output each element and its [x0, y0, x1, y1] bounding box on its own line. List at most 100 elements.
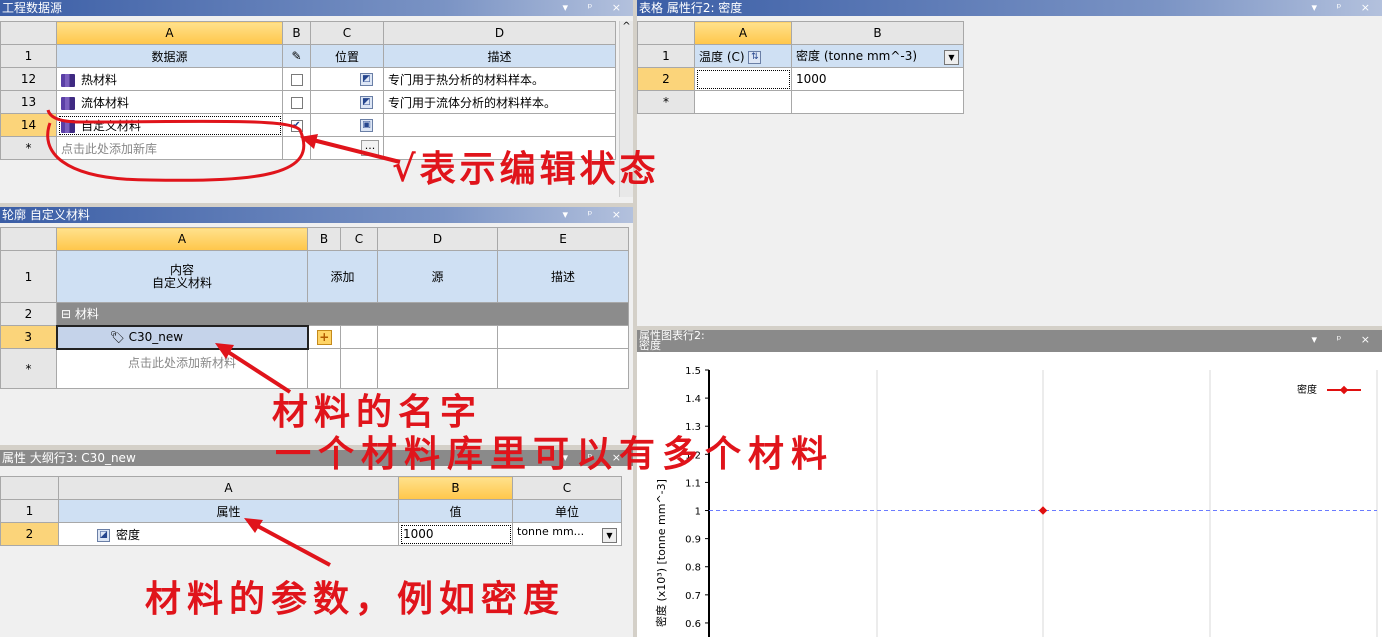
chart-panel: 属性图表行2: 密度 ▾ ᵖ × 1.5 1.4 1.3 1.2 1.1 1 0.9 0.8 0… — [637, 330, 1382, 637]
property-data-table: A B 1 温度 (C) ⇅ 密度 (tonne mm^-3) ▼ 2 1000 … — [637, 21, 964, 114]
data-sources-titlebar: 工程数据源 ▾ ᵖ × — [0, 0, 633, 16]
window-controls-icon[interactable]: ▾ ᵖ × — [1312, 334, 1378, 345]
collapse-icon[interactable]: ⊟ — [61, 307, 75, 321]
window-controls-icon[interactable]: ▾ ᵖ × — [563, 0, 629, 16]
library-description: 专门用于热分析的材料样本。 — [383, 67, 616, 91]
col-header-d[interactable]: D — [377, 227, 498, 251]
header-data-source: 数据源 — [56, 44, 283, 68]
col-header-a[interactable]: A — [58, 476, 399, 500]
col-header-d[interactable]: D — [383, 21, 616, 45]
material-tag-icon: 🏷 — [109, 330, 125, 344]
window-controls-icon[interactable]: ▾ ᵖ × — [563, 207, 629, 223]
location-cell[interactable]: ▣ — [310, 113, 384, 137]
chart-title-line2: 密度 — [639, 339, 661, 352]
row-number: 2 — [0, 302, 57, 326]
row-number: 1 — [0, 499, 59, 523]
material-row[interactable]: 3 🏷 C30_new + — [0, 324, 629, 350]
col-header-b[interactable]: B — [307, 227, 341, 251]
browse-icon[interactable]: ◩ — [360, 73, 373, 86]
checked-checkbox-icon[interactable]: ✔ — [290, 119, 303, 132]
add-library-label[interactable]: 点击此处添加新库 — [56, 136, 283, 160]
table-row[interactable]: 13 流体材料 ◩ 专门用于流体分析的材料样本。 — [0, 90, 616, 114]
header-contents-line1: 内容 — [169, 262, 194, 277]
header-temperature: 温度 (C) ⇅ — [694, 44, 792, 68]
header-density-label: 密度 (tonne mm^-3) — [796, 49, 918, 63]
row-number: 2 — [637, 67, 695, 91]
col-header-e[interactable]: E — [497, 227, 629, 251]
annotation-material-param: 材料的参数，例如密度 — [145, 578, 566, 620]
col-header-b[interactable]: B — [282, 21, 311, 45]
row-number: 1 — [0, 250, 57, 303]
save-icon[interactable]: ▣ — [360, 119, 373, 132]
chart-titlebar: 属性图表行2: 密度 ▾ ᵖ × — [637, 330, 1382, 352]
row-number: * — [637, 90, 695, 114]
chart-title-line1: 属性图表行2: — [639, 330, 705, 342]
edit-checkbox[interactable]: ✔ — [282, 113, 311, 137]
property-chart-icon: ◪ — [97, 528, 110, 542]
checkbox-icon[interactable] — [290, 73, 303, 86]
col-header-c[interactable]: C — [310, 21, 384, 45]
col-header-a[interactable]: A — [694, 21, 792, 45]
property-name: 密度 — [116, 527, 141, 542]
location-cell[interactable]: ◩ — [310, 90, 384, 114]
annotation-edit-state: √表示编辑状态 — [392, 148, 660, 190]
add-table-row[interactable]: * — [637, 90, 964, 114]
y-axis-label: 密度 (x10³) [tonne mm^-3] — [654, 479, 668, 627]
property-row[interactable]: 2 ◪ 密度 1000 tonne mm... ▼ — [0, 522, 622, 546]
dropdown-arrow-icon[interactable]: ▼ — [944, 50, 959, 65]
add-material-cell[interactable]: + — [307, 325, 341, 349]
col-header-b[interactable]: B — [398, 476, 513, 500]
add-material-label[interactable]: 点击此处添加新材料 — [56, 348, 308, 389]
checkbox-icon[interactable] — [290, 96, 303, 109]
material-name-cell[interactable]: 🏷 C30_new — [55, 324, 309, 350]
header-contents-line2: 自定义材料 — [151, 275, 212, 290]
density-chart: 1.51.41.31.21.110.90.80.70.6密度 (x10³) [t… — [654, 366, 1378, 637]
unit-select[interactable]: tonne mm... ▼ — [512, 522, 622, 546]
col-header-c[interactable]: C — [340, 227, 378, 251]
scroll-up-icon[interactable]: ^ — [620, 21, 633, 32]
row-number: 12 — [0, 67, 57, 91]
dropdown-arrow-icon[interactable]: ▼ — [602, 528, 617, 543]
library-name-cell[interactable]: 自定义材料 — [56, 113, 283, 137]
material-group[interactable]: ⊟ 材料 — [56, 302, 629, 326]
library-name: 流体材料 — [81, 95, 130, 110]
density-cell[interactable]: 1000 — [791, 67, 964, 91]
data-sources-title: 工程数据源 — [2, 1, 63, 15]
outline-table: A B C D E 1 内容 自定义材料 添加 源 描述 2 ⊟ 材料 3 🏷 — [0, 227, 629, 389]
property-value-field[interactable]: 1000 — [398, 522, 513, 546]
col-header-a[interactable]: A — [56, 21, 283, 45]
browse-cell[interactable]: ... — [310, 136, 384, 160]
table-row[interactable]: 2 1000 — [637, 67, 964, 91]
row-number: 14 — [0, 113, 57, 137]
library-name-cell[interactable]: 热材料 — [56, 67, 283, 91]
edit-checkbox[interactable] — [282, 67, 311, 91]
material-name: C30_new — [128, 330, 184, 344]
col-header-a[interactable]: A — [56, 227, 308, 251]
row-number: 2 — [0, 522, 59, 546]
table-row[interactable]: 14 自定义材料 ✔ ▣ — [0, 113, 616, 137]
sort-icon[interactable]: ⇅ — [748, 50, 762, 64]
outline-titlebar: 轮廓 自定义材料 ▾ ᵖ × — [0, 207, 633, 223]
window-controls-icon[interactable]: ▾ ᵖ × — [1312, 0, 1378, 16]
properties-table: A B C 1 属性 值 单位 2 ◪ 密度 1000 tonne mm... ▼ — [0, 476, 622, 546]
browse-icon[interactable]: ◩ — [360, 96, 373, 109]
row-number: * — [0, 136, 57, 160]
library-name-cell[interactable]: 流体材料 — [56, 90, 283, 114]
row-number: * — [0, 348, 57, 389]
edit-checkbox[interactable] — [282, 90, 311, 114]
col-header-c[interactable]: C — [512, 476, 622, 500]
table-panel: 表格 属性行2: 密度 ▾ ᵖ × A B 1 温度 (C) ⇅ 密度 (ton… — [637, 0, 1382, 326]
table-row[interactable]: 12 热材料 ◩ 专门用于热分析的材料样本。 — [0, 67, 616, 91]
plus-icon[interactable]: + — [316, 329, 332, 345]
property-name-cell[interactable]: ◪ 密度 — [58, 522, 399, 546]
row-number: 1 — [637, 44, 695, 68]
location-cell[interactable]: ◩ — [310, 67, 384, 91]
properties-title: 属性 大纲行3: C30_new — [2, 451, 136, 465]
library-icon — [61, 119, 75, 133]
temperature-cell[interactable] — [694, 67, 792, 91]
y-tick-label-4: 1.1 — [685, 478, 701, 489]
outline-title: 轮廓 自定义材料 — [2, 208, 90, 222]
browse-button[interactable]: ... — [361, 140, 379, 156]
col-header-b[interactable]: B — [791, 21, 964, 45]
library-name: 热材料 — [81, 72, 118, 87]
